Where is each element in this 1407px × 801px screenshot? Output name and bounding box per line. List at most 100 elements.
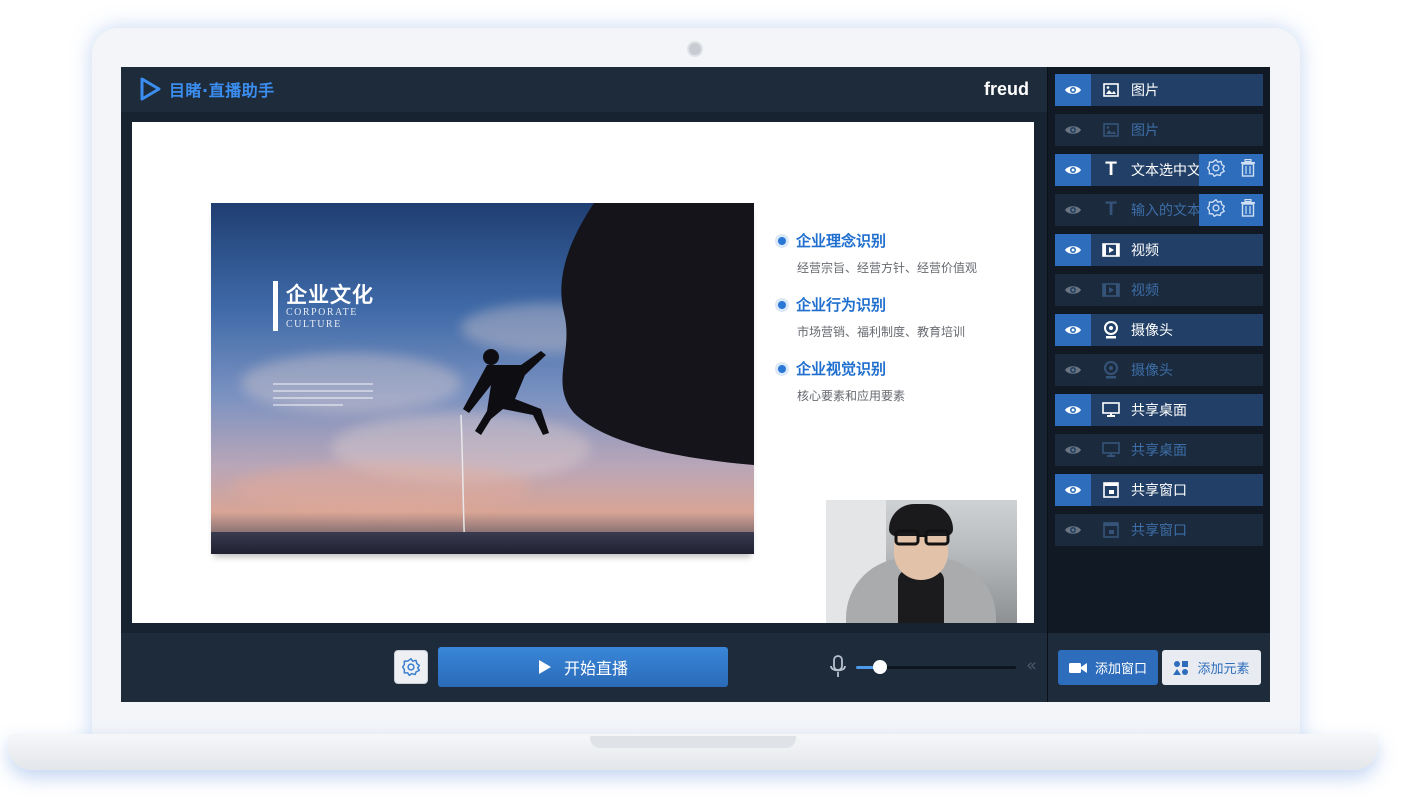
layer-item[interactable]: 摄像头 xyxy=(1055,314,1263,346)
bullet-heading: 企业行为识别 xyxy=(796,296,887,314)
gear-icon[interactable] xyxy=(1206,158,1226,182)
layer-label: 共享桌面 xyxy=(1131,443,1187,459)
eye-icon[interactable] xyxy=(1055,154,1091,186)
add-window-button[interactable]: 添加窗口 xyxy=(1058,650,1158,685)
title-accent-bar xyxy=(273,281,278,331)
webcam-feed[interactable] xyxy=(826,500,1017,623)
app-window: 目睹·直播助手 freud 企业文化 CORPORATE CULTURE 企业理… xyxy=(121,67,1270,702)
window-icon xyxy=(1091,482,1131,498)
collapse-panel-icon[interactable]: « xyxy=(1026,655,1037,676)
layer-item[interactable]: 摄像头 xyxy=(1055,354,1263,386)
add-elements-icon xyxy=(1173,660,1189,675)
slide-photo-subtitle: CULTURE xyxy=(286,319,342,330)
preview-canvas[interactable]: 企业文化 CORPORATE CULTURE 企业理念识别 经营宗旨、经营方针、… xyxy=(132,122,1034,623)
layers-panel-footer: 添加窗口 添加元素 xyxy=(1048,633,1270,702)
layer-list: 图片 图片 T 文本选中文 T 输入的文本 视频 视频 摄像头 摄像头 共享桌面 共享桌面 共享窗口 共享… xyxy=(1055,74,1263,554)
eye-icon[interactable] xyxy=(1055,474,1091,506)
eye-icon[interactable] xyxy=(1055,74,1091,106)
webcam-icon xyxy=(1091,361,1131,379)
eye-icon[interactable] xyxy=(1055,514,1091,546)
add-element-button[interactable]: 添加元素 xyxy=(1162,650,1261,685)
bullet-heading: 企业视觉识别 xyxy=(796,360,887,378)
layer-item[interactable]: 共享窗口 xyxy=(1055,514,1263,546)
start-live-label: 开始直播 xyxy=(563,659,628,678)
laptop-camera xyxy=(687,41,703,57)
layer-item[interactable]: T 输入的文本 xyxy=(1055,194,1263,226)
layer-item[interactable]: T 文本选中文 xyxy=(1055,154,1263,186)
layer-item[interactable]: 共享窗口 xyxy=(1055,474,1263,506)
play-icon xyxy=(538,660,551,674)
climber-silhouette xyxy=(460,349,549,553)
layer-item[interactable]: 视频 xyxy=(1055,274,1263,306)
play-logo-icon xyxy=(140,77,161,101)
layer-label: 共享窗口 xyxy=(1131,483,1187,499)
layer-label: 图片 xyxy=(1131,123,1159,139)
slide-photo-subtitle: CORPORATE xyxy=(286,307,358,318)
slide-bullet-list: 企业理念识别 经营宗旨、经营方针、经营价值观 企业行为识别 市场营销、福利制度、… xyxy=(778,230,1018,422)
main-area: 目睹·直播助手 freud 企业文化 CORPORATE CULTURE 企业理… xyxy=(121,67,1047,702)
volume-slider-handle[interactable] xyxy=(873,660,887,674)
image-icon xyxy=(1091,123,1131,137)
layer-label: 摄像头 xyxy=(1131,323,1173,339)
layer-label: 输入的文本 xyxy=(1131,203,1201,219)
layer-label: 视频 xyxy=(1131,243,1159,259)
eye-icon[interactable] xyxy=(1055,394,1091,426)
eye-icon[interactable] xyxy=(1055,354,1091,386)
bullet-item: 企业视觉识别 核心要素和应用要素 xyxy=(778,358,1018,404)
layer-label: 视频 xyxy=(1131,283,1159,299)
slide-image[interactable]: 企业文化 CORPORATE CULTURE xyxy=(211,203,754,554)
eye-icon[interactable] xyxy=(1055,114,1091,146)
bullet-heading: 企业理念识别 xyxy=(796,232,887,250)
monitor-icon xyxy=(1091,402,1131,418)
text-icon: T xyxy=(1105,159,1117,180)
layer-tools xyxy=(1199,194,1263,226)
bullet-item: 企业行为识别 市场营销、福利制度、教育培训 xyxy=(778,294,1018,340)
bullet-detail: 经营宗旨、经营方针、经营价值观 xyxy=(797,261,978,275)
slide-photo-title: 企业文化 xyxy=(286,283,374,307)
camera-icon xyxy=(1068,662,1087,673)
microphone-icon[interactable] xyxy=(830,655,846,679)
bullet-dot-icon xyxy=(778,300,786,309)
bottom-control-bar: 开始直播 « xyxy=(121,633,1047,702)
bullet-detail: 市场营销、福利制度、教育培训 xyxy=(797,325,966,339)
add-element-label: 添加元素 xyxy=(1197,662,1250,677)
layer-label: 文本选中文 xyxy=(1131,163,1201,179)
trash-icon[interactable] xyxy=(1240,158,1256,181)
layer-tools xyxy=(1199,154,1263,186)
fine-print-decoration xyxy=(273,383,373,411)
layer-item[interactable]: 图片 xyxy=(1055,114,1263,146)
laptop-base-notch xyxy=(590,736,796,748)
app-title: 目睹·直播助手 xyxy=(169,81,275,100)
monitor-icon xyxy=(1091,442,1131,458)
bullet-item: 企业理念识别 经营宗旨、经营方针、经营价值观 xyxy=(778,230,1018,276)
layer-item[interactable]: 共享桌面 xyxy=(1055,394,1263,426)
eye-icon[interactable] xyxy=(1055,234,1091,266)
eye-icon[interactable] xyxy=(1055,274,1091,306)
top-bar: 目睹·直播助手 freud xyxy=(121,67,1047,112)
gear-icon xyxy=(401,657,421,677)
start-live-button[interactable]: 开始直播 xyxy=(438,647,728,687)
layer-item[interactable]: 共享桌面 xyxy=(1055,434,1263,466)
eye-icon[interactable] xyxy=(1055,434,1091,466)
layer-label: 图片 xyxy=(1131,83,1159,99)
bullet-detail: 核心要素和应用要素 xyxy=(797,389,906,403)
image-icon xyxy=(1091,83,1131,97)
username[interactable]: freud xyxy=(984,79,1029,100)
gear-icon[interactable] xyxy=(1206,198,1226,222)
app-logo: 目睹·直播助手 xyxy=(139,77,275,101)
settings-button[interactable] xyxy=(394,650,428,684)
trash-icon[interactable] xyxy=(1240,198,1256,221)
eye-icon[interactable] xyxy=(1055,314,1091,346)
glasses-shape xyxy=(894,529,950,546)
bullet-dot-icon xyxy=(778,364,786,373)
layer-item[interactable]: 视频 xyxy=(1055,234,1263,266)
layers-panel: 图片 图片 T 文本选中文 T 输入的文本 视频 视频 摄像头 摄像头 共享桌面 共享桌面 共享窗口 共享… xyxy=(1047,67,1270,702)
text-icon: T xyxy=(1105,199,1117,220)
eye-icon[interactable] xyxy=(1055,194,1091,226)
cliff-silhouette xyxy=(561,203,754,465)
add-window-label: 添加窗口 xyxy=(1094,662,1147,677)
layer-label: 共享窗口 xyxy=(1131,523,1187,539)
layer-item[interactable]: 图片 xyxy=(1055,74,1263,106)
bullet-dot-icon xyxy=(778,236,786,245)
webcam-icon xyxy=(1091,321,1131,339)
